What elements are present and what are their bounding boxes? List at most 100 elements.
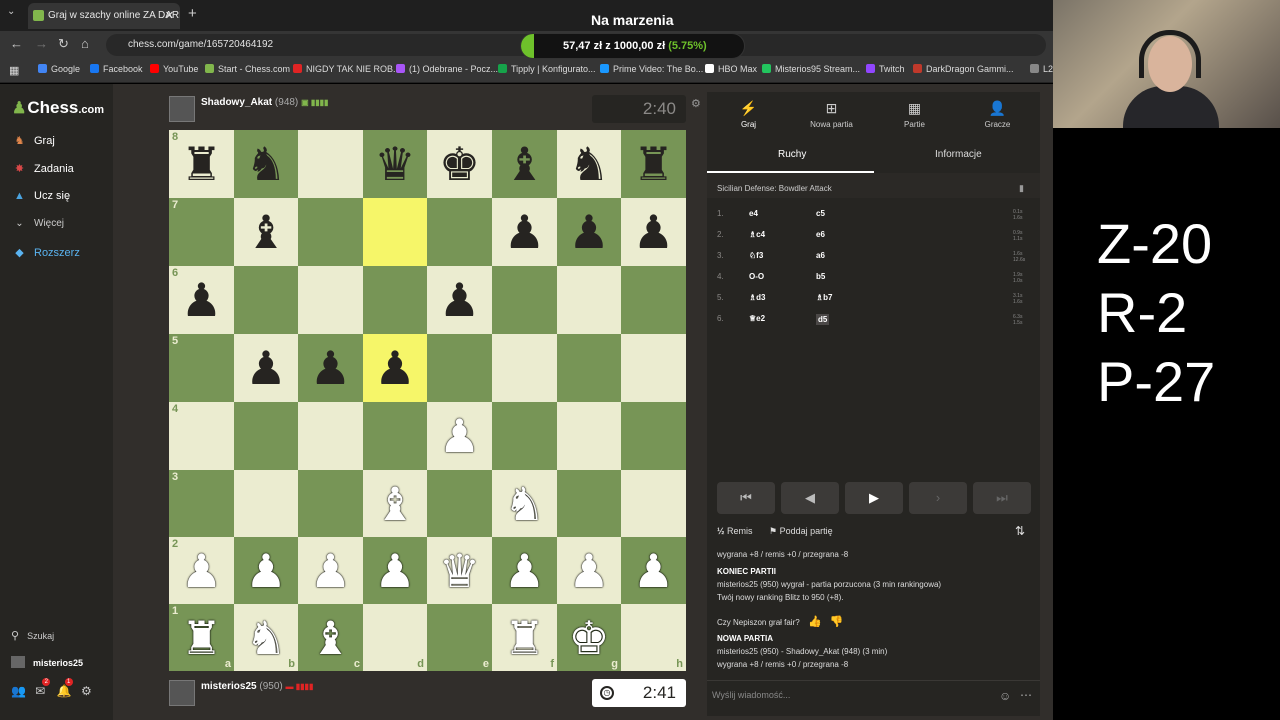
bell-icon[interactable]: 🔔 1 (57, 678, 73, 698)
tab-players[interactable]: 👤 Gracze (956, 100, 1039, 129)
square-a8[interactable]: ♜ 8 (169, 130, 234, 198)
bottom-player-name[interactable]: misterios25 (950) ▬ ▮▮▮▮ (201, 681, 313, 692)
square-f6[interactable] (492, 266, 557, 334)
black-rook-icon[interactable]: ♜ (181, 141, 222, 187)
square-c5[interactable]: ♟ (298, 334, 363, 402)
square-b7[interactable]: ♝ (234, 198, 298, 266)
square-g4[interactable] (557, 402, 621, 470)
subtab-info[interactable]: Informacje (935, 149, 982, 160)
square-g6[interactable] (557, 266, 621, 334)
reload-icon[interactable]: ↻ (58, 36, 69, 52)
square-b5[interactable]: ♟ (234, 334, 298, 402)
tab-search-icon[interactable]: ⌄ (7, 6, 15, 17)
sidebar-item-play[interactable]: ♞ Graj (12, 134, 55, 147)
square-f8[interactable]: ♝ (492, 130, 557, 198)
square-e7[interactable] (427, 198, 492, 266)
black-knight-icon[interactable]: ♞ (568, 141, 609, 187)
black-move[interactable]: a6 (816, 251, 825, 260)
bookmark-item[interactable]: Misterios95 Stream... (762, 64, 860, 74)
square-b8[interactable]: ♞ (234, 130, 298, 198)
square-d1[interactable]: d (363, 604, 427, 671)
square-c7[interactable] (298, 198, 363, 266)
square-d5[interactable]: ♟ (363, 334, 427, 402)
square-c4[interactable] (298, 402, 363, 470)
black-move[interactable]: e6 (816, 230, 825, 239)
square-f7[interactable]: ♟ (492, 198, 557, 266)
black-king-icon[interactable]: ♚ (439, 141, 480, 187)
white-knight-icon[interactable]: ♞ (504, 481, 545, 527)
square-d2[interactable]: ♟ (363, 537, 427, 604)
square-a6[interactable]: ♟ 6 (169, 266, 234, 334)
square-a1[interactable]: ♜ 1 a (169, 604, 234, 671)
bookmark-item[interactable]: NIGDY TAK NIE ROB... (293, 64, 401, 74)
square-c3[interactable] (298, 470, 363, 537)
bookmark-item[interactable]: HBO Max (705, 64, 757, 74)
bookmark-item[interactable]: Start - Chess.com (205, 64, 290, 74)
square-a3[interactable]: 3 (169, 470, 234, 537)
square-h5[interactable] (621, 334, 686, 402)
black-pawn-icon[interactable]: ♟ (504, 209, 545, 255)
draw-button[interactable]: ½ Remis (717, 526, 753, 536)
white-pawn-icon[interactable]: ♟ (181, 548, 222, 594)
square-g2[interactable]: ♟ (557, 537, 621, 604)
square-d4[interactable] (363, 402, 427, 470)
square-a5[interactable]: 5 (169, 334, 234, 402)
square-h6[interactable] (621, 266, 686, 334)
black-move[interactable]: d5 (816, 314, 830, 325)
white-pawn-icon[interactable]: ♟ (439, 413, 480, 459)
bookmark-item[interactable]: (1) Odebrane - Pocz... (396, 64, 498, 74)
square-c6[interactable] (298, 266, 363, 334)
black-move[interactable]: c5 (816, 209, 825, 218)
last-move-button[interactable]: ⏭ (973, 482, 1031, 514)
square-g3[interactable] (557, 470, 621, 537)
square-g5[interactable] (557, 334, 621, 402)
black-pawn-icon[interactable]: ♟ (374, 345, 415, 391)
square-b3[interactable] (234, 470, 298, 537)
next-move-button[interactable]: ▶ (845, 482, 903, 514)
emoji-icon[interactable]: ☺ (999, 689, 1011, 703)
black-pawn-icon[interactable]: ♟ (633, 209, 674, 255)
white-move[interactable]: O-O (749, 272, 764, 281)
browser-tab[interactable]: Graj w szachy online ZA DARMO ✕ (28, 3, 180, 29)
settings-icon[interactable]: ⚙ (81, 684, 92, 698)
square-h4[interactable] (621, 402, 686, 470)
black-move[interactable]: b5 (816, 272, 825, 281)
forward-icon[interactable]: → (35, 36, 48, 51)
bottom-player-avatar[interactable] (169, 680, 195, 706)
black-queen-icon[interactable]: ♛ (374, 141, 415, 187)
white-bishop-icon[interactable]: ♝ (310, 615, 351, 661)
opening-book-icon[interactable]: ▮ (1019, 183, 1024, 194)
square-c8[interactable] (298, 130, 363, 198)
square-h1[interactable]: h (621, 604, 686, 671)
white-move[interactable]: ♕e2 (749, 314, 765, 323)
bookmark-item[interactable]: Facebook (90, 64, 143, 74)
white-pawn-icon[interactable]: ♟ (633, 548, 674, 594)
square-h2[interactable]: ♟ (621, 537, 686, 604)
square-g1[interactable]: ♚ g (557, 604, 621, 671)
black-pawn-icon[interactable]: ♟ (245, 345, 286, 391)
close-tab-icon[interactable]: ✕ (165, 3, 174, 29)
home-icon[interactable]: ⌂ (81, 36, 89, 51)
white-pawn-icon[interactable]: ♟ (245, 548, 286, 594)
black-pawn-icon[interactable]: ♟ (181, 277, 222, 323)
black-pawn-icon[interactable]: ♟ (310, 345, 351, 391)
forward-button[interactable]: › (909, 482, 967, 514)
square-f4[interactable] (492, 402, 557, 470)
square-f5[interactable] (492, 334, 557, 402)
top-player-name[interactable]: Shadowy_Akat (948) ▣ ▮▮▮▮ (201, 97, 328, 108)
square-a2[interactable]: ♟ 2 (169, 537, 234, 604)
resign-button[interactable]: ⚑ Poddaj partię (769, 526, 833, 537)
square-e1[interactable]: e (427, 604, 492, 671)
square-g7[interactable]: ♟ (557, 198, 621, 266)
square-d8[interactable]: ♛ (363, 130, 427, 198)
friends-icon[interactable]: 👥 (11, 684, 26, 698)
square-e2[interactable]: ♛ (427, 537, 492, 604)
black-rook-icon[interactable]: ♜ (633, 141, 674, 187)
bookmark-item[interactable]: Tipply | Konfigurato... (498, 64, 596, 74)
square-e3[interactable] (427, 470, 492, 537)
square-h3[interactable] (621, 470, 686, 537)
tab-new-game[interactable]: ⊞ Nowa partia (790, 100, 873, 129)
white-bishop-icon[interactable]: ♝ (374, 481, 415, 527)
previous-move-button[interactable]: ◀ (781, 482, 839, 514)
square-g8[interactable]: ♞ (557, 130, 621, 198)
